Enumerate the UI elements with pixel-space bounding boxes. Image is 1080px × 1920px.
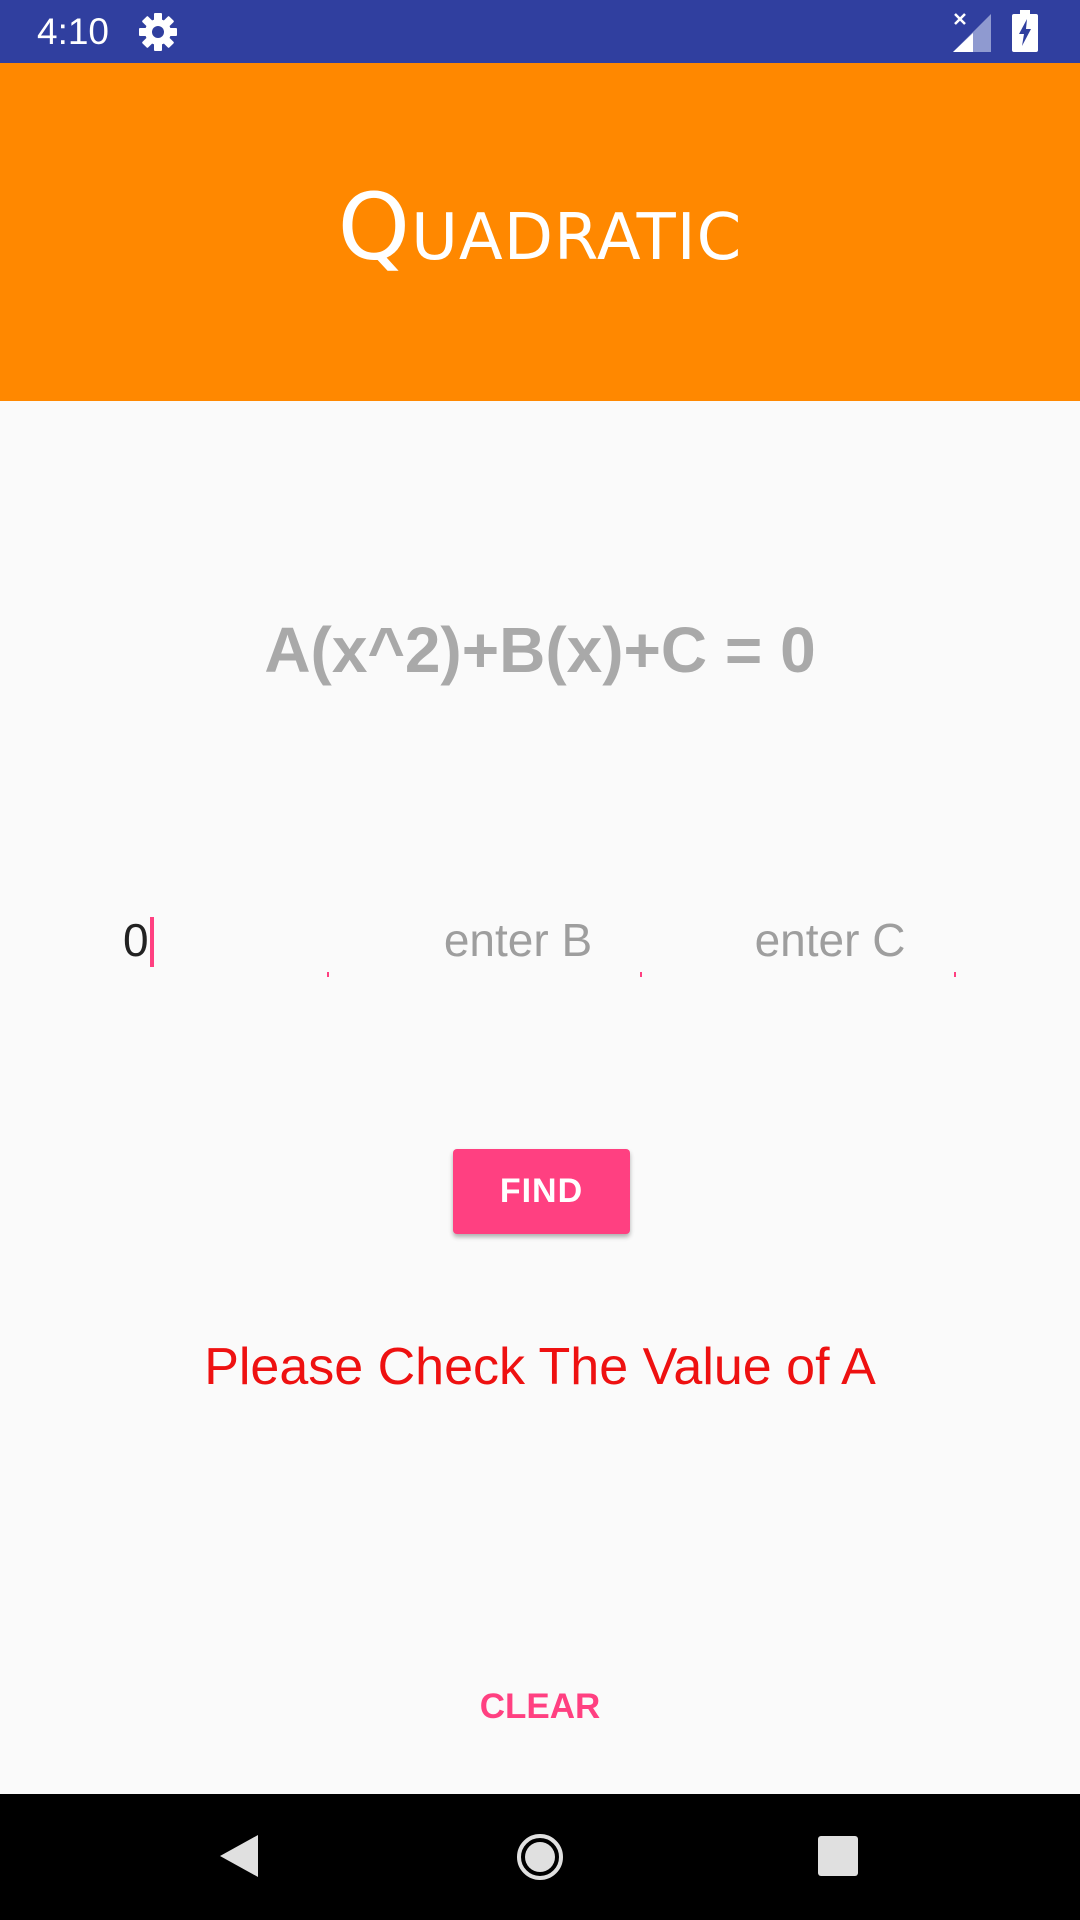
equation-label: A(x^2)+B(x)+C = 0: [264, 614, 816, 686]
status-time: 4:10: [37, 11, 110, 52]
screen: 4:10 Quadratic A(x^2)+B(x)+C = 0 0 enter…: [0, 0, 1080, 1920]
result-message: Please Check The Value of A: [204, 1338, 876, 1396]
home-icon[interactable]: [515, 1832, 565, 1882]
input-a-underline: [327, 972, 329, 977]
find-button[interactable]: FIND: [453, 1149, 630, 1234]
back-icon[interactable]: [218, 1833, 260, 1879]
input-c-underline: [954, 972, 956, 977]
app-title: Quadratic: [337, 174, 743, 281]
recents-icon[interactable]: [818, 1836, 858, 1876]
status-bar: 4:10: [0, 0, 1080, 63]
clear-button[interactable]: CLEAR: [440, 1682, 640, 1732]
text-cursor: [150, 917, 154, 967]
navigation-bar: [0, 1794, 1080, 1920]
battery-charging-icon: [1012, 10, 1038, 52]
input-b-underline: [640, 972, 642, 977]
app-header: Quadratic: [0, 63, 1080, 401]
coefficient-b-input[interactable]: [393, 900, 643, 980]
gear-icon: [138, 12, 178, 52]
signal-icon: [953, 12, 991, 52]
coefficient-c-input[interactable]: [705, 900, 955, 980]
